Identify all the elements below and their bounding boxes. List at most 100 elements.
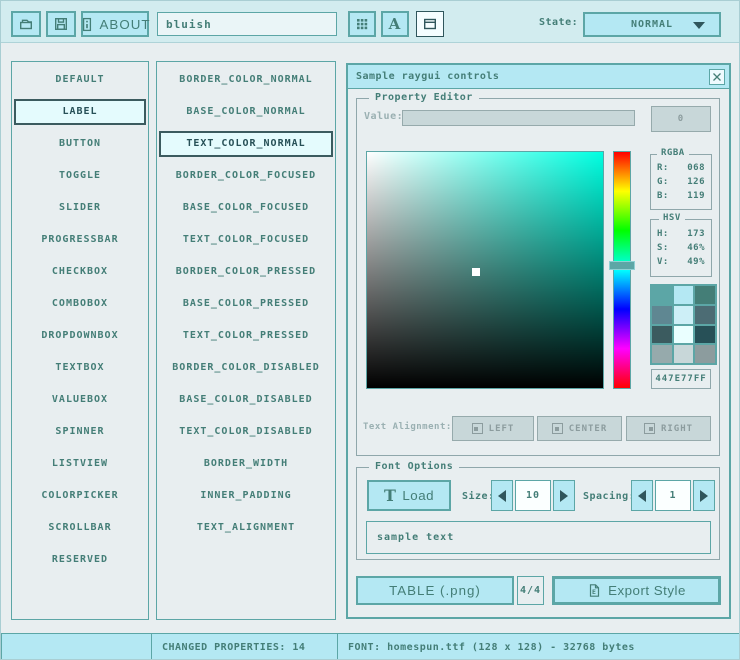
list-item-text_color_pressed[interactable]: TEXT_COLOR_PRESSED xyxy=(159,323,333,349)
controls-list: DEFAULT LABEL BUTTON TOGGLE SLIDER PROGRESSBA… xyxy=(11,61,149,620)
toolbar: ABOUT A State: NORMA xyxy=(1,1,740,43)
list-item-label[interactable]: LABEL xyxy=(14,99,146,125)
s-label: S: xyxy=(657,241,669,255)
value-number-box[interactable]: 0 xyxy=(651,106,711,132)
align-left-icon xyxy=(472,423,483,434)
color-saturation-value-panel[interactable] xyxy=(366,151,604,389)
r-value: 068 xyxy=(687,161,705,175)
palette-color-swatch[interactable] xyxy=(652,286,672,304)
export-format-button[interactable]: TABLE (.png) xyxy=(356,576,514,605)
list-item-border_color_focused[interactable]: BORDER_COLOR_FOCUSED xyxy=(159,163,333,189)
list-item-base_color_focused[interactable]: BASE_COLOR_FOCUSED xyxy=(159,195,333,221)
about-button-label: ABOUT xyxy=(100,17,151,32)
align-right-button[interactable]: RIGHT xyxy=(626,416,711,441)
palette-color-swatch[interactable] xyxy=(695,306,715,324)
status-cell-empty xyxy=(1,633,152,660)
list-item-inner_padding[interactable]: INNER_PADDING xyxy=(159,483,333,509)
list-item-dropdownbox[interactable]: DROPDOWNBOX xyxy=(14,323,146,349)
letter-t-icon: T xyxy=(384,488,396,504)
font-size-value: 10 xyxy=(526,490,540,501)
open-file-button[interactable] xyxy=(11,11,41,37)
font-size-increase-button[interactable] xyxy=(553,480,575,511)
hue-selector[interactable] xyxy=(609,261,635,270)
list-item-border_color_pressed[interactable]: BORDER_COLOR_PRESSED xyxy=(159,259,333,285)
align-center-icon xyxy=(552,423,563,434)
font-view-button[interactable]: A xyxy=(381,11,409,37)
align-center-button[interactable]: CENTER xyxy=(537,416,622,441)
list-item-text_color_normal[interactable]: TEXT_COLOR_NORMAL xyxy=(159,131,333,157)
palette-color-swatch[interactable] xyxy=(695,326,715,344)
font-size-value-box[interactable]: 10 xyxy=(515,480,551,511)
list-item-colorpicker[interactable]: COLORPICKER xyxy=(14,483,146,509)
list-item-text_color_disabled[interactable]: TEXT_COLOR_DISABLED xyxy=(159,419,333,445)
chevron-down-icon xyxy=(693,22,705,29)
align-left-button[interactable]: LEFT xyxy=(452,416,534,441)
about-button[interactable]: ABOUT xyxy=(81,11,149,37)
export-count-box[interactable]: 4/4 xyxy=(517,576,544,605)
palette-color-swatch[interactable] xyxy=(652,326,672,344)
list-item-combobox[interactable]: COMBOBOX xyxy=(14,291,146,317)
style-table-view-button[interactable] xyxy=(348,11,376,37)
align-right-label: RIGHT xyxy=(661,424,693,434)
list-item-listview[interactable]: LISTVIEW xyxy=(14,451,146,477)
g-value: 126 xyxy=(687,175,705,189)
h-label: H: xyxy=(657,227,669,241)
save-file-button[interactable] xyxy=(46,11,76,37)
list-item-default[interactable]: DEFAULT xyxy=(14,67,146,93)
list-item-base_color_pressed[interactable]: BASE_COLOR_PRESSED xyxy=(159,291,333,317)
text-alignment-label: Text Alignment: xyxy=(363,422,452,432)
s-value: 46% xyxy=(687,241,705,255)
list-item-progressbar[interactable]: PROGRESSBAR xyxy=(14,227,146,253)
palette-color-swatch[interactable] xyxy=(674,286,694,304)
window-close-button[interactable] xyxy=(709,69,725,85)
list-item-textbox[interactable]: TEXTBOX xyxy=(14,355,146,381)
value-slider[interactable] xyxy=(402,110,635,126)
font-spacing-decrease-button[interactable] xyxy=(631,480,653,511)
list-item-border_color_disabled[interactable]: BORDER_COLOR_DISABLED xyxy=(159,355,333,381)
folder-open-icon xyxy=(18,16,34,32)
list-item-base_color_normal[interactable]: BASE_COLOR_NORMAL xyxy=(159,99,333,125)
font-spacing-value-box[interactable]: 1 xyxy=(655,480,691,511)
list-item-text_color_focused[interactable]: TEXT_COLOR_FOCUSED xyxy=(159,227,333,253)
list-item-toggle[interactable]: TOGGLE xyxy=(14,163,146,189)
palette-color-swatch[interactable] xyxy=(652,345,672,363)
v-label: V: xyxy=(657,255,669,269)
list-item-border_width[interactable]: BORDER_WIDTH xyxy=(159,451,333,477)
list-item-scrollbar[interactable]: SCROLLBAR xyxy=(14,515,146,541)
export-count: 4/4 xyxy=(520,585,541,596)
font-size-decrease-button[interactable] xyxy=(491,480,513,511)
palette-color-swatch[interactable] xyxy=(695,286,715,304)
rguistyler-app: ABOUT A State: NORMA xyxy=(0,0,740,660)
color-cursor[interactable] xyxy=(472,268,480,276)
value-label: Value: xyxy=(364,111,403,122)
list-item-reserved[interactable]: RESERVED xyxy=(14,547,146,573)
list-item-spinner[interactable]: SPINNER xyxy=(14,419,146,445)
sample-text-box[interactable]: sample text xyxy=(366,521,711,554)
controls-view-button[interactable] xyxy=(416,11,444,37)
hue-bar[interactable] xyxy=(613,151,631,389)
export-style-button[interactable]: E Export Style xyxy=(552,576,721,605)
palette-color-swatch[interactable] xyxy=(652,306,672,324)
palette-color-swatch[interactable] xyxy=(695,345,715,363)
list-item-border_color_normal[interactable]: BORDER_COLOR_NORMAL xyxy=(159,67,333,93)
font-load-button[interactable]: T Load xyxy=(367,480,451,511)
list-item-slider[interactable]: SLIDER xyxy=(14,195,146,221)
state-dropdown[interactable]: NORMAL xyxy=(583,12,721,37)
list-item-valuebox[interactable]: VALUEBOX xyxy=(14,387,146,413)
palette-color-swatch[interactable] xyxy=(674,345,694,363)
style-color-palette xyxy=(650,284,717,365)
rgba-group: RGBA R: 068 G: 126 B: 119 xyxy=(650,154,712,210)
list-item-checkbox[interactable]: CHECKBOX xyxy=(14,259,146,285)
list-item-button[interactable]: BUTTON xyxy=(14,131,146,157)
list-item-text_alignment[interactable]: TEXT_ALIGNMENT xyxy=(159,515,333,541)
palette-color-swatch[interactable] xyxy=(674,326,694,344)
align-center-label: CENTER xyxy=(569,424,608,434)
list-item-base_color_disabled[interactable]: BASE_COLOR_DISABLED xyxy=(159,387,333,413)
hex-value-box[interactable]: 447E77FF xyxy=(651,369,711,389)
palette-color-swatch[interactable] xyxy=(674,306,694,324)
grid-dots-icon xyxy=(355,17,369,31)
style-name-input[interactable] xyxy=(157,12,337,36)
font-spacing-increase-button[interactable] xyxy=(693,480,715,511)
align-left-label: LEFT xyxy=(489,424,515,434)
window-title-bar[interactable]: Sample raygui controls xyxy=(348,65,729,89)
